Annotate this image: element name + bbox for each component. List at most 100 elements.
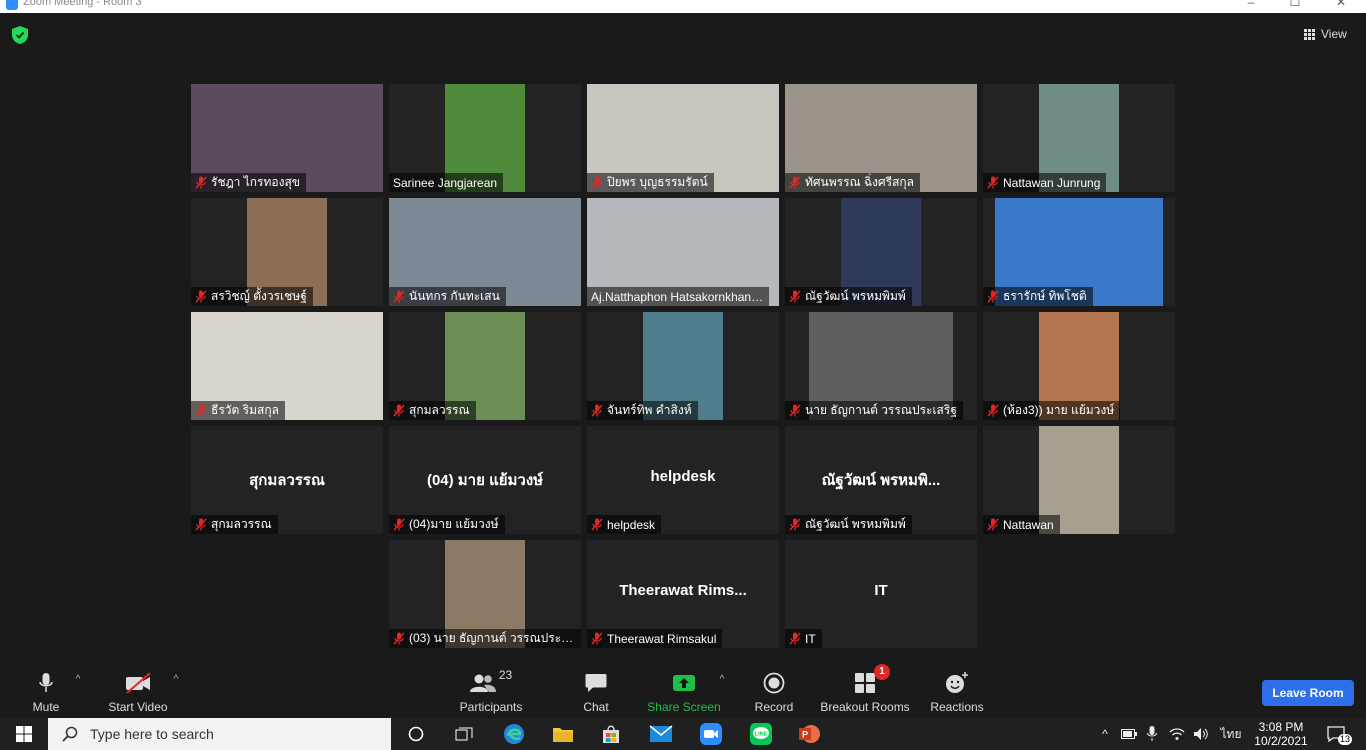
breakout-rooms-button[interactable]: 1 Breakout Rooms (820, 664, 910, 716)
participant-name: นันทกร กันทะเสน (409, 289, 500, 303)
record-label: Record (754, 700, 794, 714)
start-button[interactable] (0, 718, 48, 750)
muted-mic-icon (393, 632, 405, 645)
participant-tile[interactable]: ณัฐวัฒน์ พรหมพิมพ์ (785, 198, 977, 306)
view-button[interactable]: View (1304, 25, 1347, 43)
participant-tile[interactable]: ณัฐวัฒน์ พรหมพิ... ณัฐวัฒน์ พรหมพิมพ์ (785, 426, 977, 534)
participant-tile[interactable]: นันทกร กันทะเสน (389, 198, 581, 306)
mute-button[interactable]: Mute (26, 670, 66, 716)
participant-tile[interactable]: ธรารักษ์ ทิพโชติ (983, 198, 1175, 306)
participant-name-label: Nattawan Junrung (983, 173, 1107, 192)
svg-text:P: P (802, 730, 808, 740)
taskbar-search-box[interactable]: Type here to search (48, 718, 391, 750)
participant-name: ทัศนพรรณ ฉิ่งศรีสกุล (805, 175, 915, 189)
encryption-shield-icon[interactable] (12, 26, 28, 44)
action-center-button[interactable]: 13 (1316, 718, 1356, 750)
task-view-button[interactable] (448, 718, 480, 750)
muted-mic-icon (591, 404, 603, 417)
wifi-icon (1169, 728, 1185, 740)
participant-name-label: ณัฐวัฒน์ พรหมพิมพ์ (785, 287, 912, 306)
muted-mic-icon (393, 518, 405, 531)
record-button[interactable]: Record (752, 670, 796, 716)
participant-tile[interactable]: IT IT (785, 540, 977, 648)
tray-volume-button[interactable] (1190, 718, 1212, 750)
chat-label: Chat (583, 700, 609, 714)
windows-taskbar: Type here to search LINE P ^ ไทย 3:08 PM (0, 718, 1366, 750)
participant-name: helpdesk (607, 517, 656, 532)
participant-tile[interactable]: รัชฎา ไกรทองสุข (191, 84, 383, 192)
video-off-icon (126, 672, 151, 694)
cortana-icon (408, 726, 424, 742)
participant-name-label: ปิยพร บุญธรรมรัตน์ (587, 173, 714, 192)
participant-tile[interactable]: ปิยพร บุญธรรมรัตน์ (587, 84, 779, 192)
tray-battery-button[interactable] (1118, 718, 1140, 750)
participant-name-label: ทัศนพรรณ ฉิ่งศรีสกุล (785, 173, 921, 192)
participants-button[interactable]: 23 Participants (456, 668, 526, 716)
taskbar-app-edge[interactable] (497, 718, 531, 750)
meeting-toolbar: Mute ^ Start Video ^ 23 Participants Cha… (0, 664, 1366, 718)
audio-options-caret-icon[interactable]: ^ (72, 674, 84, 686)
maximize-button[interactable]: ☐ (1280, 0, 1310, 11)
leave-room-button[interactable]: Leave Room (1262, 680, 1354, 706)
participant-name-label: จันทร์ทิพ คำสิงห์ (587, 401, 698, 420)
participant-display-name: helpdesk (650, 468, 716, 485)
taskbar-app-zoom[interactable] (694, 718, 728, 750)
close-button[interactable]: ✕ (1326, 0, 1356, 11)
taskbar-app-store[interactable] (594, 718, 628, 750)
taskbar-app-line[interactable]: LINE (744, 718, 778, 750)
participant-tile[interactable]: สรวิชญ์ ตั้งวรเชษฐ์ (191, 198, 383, 306)
participant-name: (ห้อง3)) มาย แย้มวงษ์ (1003, 403, 1115, 417)
participant-tile[interactable]: ทัศนพรรณ ฉิ่งศรีสกุล (785, 84, 977, 192)
minimize-button[interactable]: – (1236, 0, 1266, 11)
participant-tile[interactable]: นาย ธัญกานต์ วรรณประเสริฐ (785, 312, 977, 420)
participant-name-label: นาย ธัญกานต์ วรรณประเสริฐ (785, 401, 963, 420)
chat-icon (585, 674, 607, 692)
participant-name: ธรารักษ์ ทิพโชติ (1003, 289, 1087, 303)
window-titlebar: Zoom Meeting - Room 3 – ☐ ✕ (0, 0, 1366, 13)
participant-tile[interactable]: (04) มาย แย้มวงษ์ (04)มาย แย้มวงษ์ (389, 426, 581, 534)
taskbar-app-powerpoint[interactable]: P (792, 718, 826, 750)
participant-tile[interactable]: Aj.Natthaphon Hatsakornkhan… (587, 198, 779, 306)
chat-button[interactable]: Chat (576, 670, 616, 716)
share-options-caret-icon[interactable]: ^ (716, 674, 728, 686)
muted-mic-icon (195, 290, 207, 303)
tray-microphone-icon (1147, 726, 1157, 741)
participant-tile[interactable]: (ห้อง3)) มาย แย้มวงษ์ (983, 312, 1175, 420)
tray-language[interactable]: ไทย (1216, 718, 1246, 750)
mute-label: Mute (32, 700, 60, 714)
reactions-button[interactable]: Reactions (928, 670, 986, 716)
participant-tile[interactable]: Nattawan (983, 426, 1175, 534)
powerpoint-icon: P (799, 725, 820, 743)
participant-name: ธีรวัต ริมสกุล (211, 403, 279, 417)
svg-text:LINE: LINE (755, 732, 768, 738)
taskbar-clock[interactable]: 3:08 PM 10/2/2021 (1252, 720, 1310, 748)
participant-tile[interactable]: helpdesk helpdesk (587, 426, 779, 534)
taskbar-app-file-explorer[interactable] (546, 718, 580, 750)
tray-overflow-caret-icon[interactable]: ^ (1096, 718, 1114, 750)
grid-view-icon (1304, 28, 1315, 40)
video-options-caret-icon[interactable]: ^ (170, 674, 182, 686)
participant-tile[interactable]: สุกมลวรรณ (389, 312, 581, 420)
participant-tile[interactable]: Nattawan Junrung (983, 84, 1175, 192)
participant-tile[interactable]: ธีรวัต ริมสกุล (191, 312, 383, 420)
participant-tile[interactable]: (03) นาย ธัญกานต์ วรรณประเส… (389, 540, 581, 648)
participant-tile[interactable]: Sarinee Jangjarean (389, 84, 581, 192)
participant-tile[interactable]: Theerawat Rims... Theerawat Rimsakul (587, 540, 779, 648)
search-placeholder: Type here to search (90, 726, 214, 742)
muted-mic-icon (789, 404, 801, 417)
cortana-button[interactable] (400, 718, 432, 750)
participants-label: Participants (459, 700, 523, 714)
participant-name-label: Nattawan (983, 515, 1060, 534)
participant-tile[interactable]: จันทร์ทิพ คำสิงห์ (587, 312, 779, 420)
breakout-rooms-label: Breakout Rooms (820, 700, 910, 714)
tray-network-button[interactable] (1166, 718, 1188, 750)
participant-name: ณัฐวัฒน์ พรหมพิมพ์ (805, 517, 906, 531)
windows-logo-icon (16, 726, 32, 742)
muted-mic-icon (591, 632, 603, 645)
start-video-button[interactable]: Start Video (104, 670, 172, 716)
participant-tile[interactable]: สุกมลวรรณ สุกมลวรรณ (191, 426, 383, 534)
taskbar-app-mail[interactable] (644, 718, 678, 750)
reactions-icon (946, 672, 968, 693)
share-screen-button[interactable]: Share Screen (646, 670, 722, 716)
tray-microphone-button[interactable] (1142, 718, 1162, 750)
